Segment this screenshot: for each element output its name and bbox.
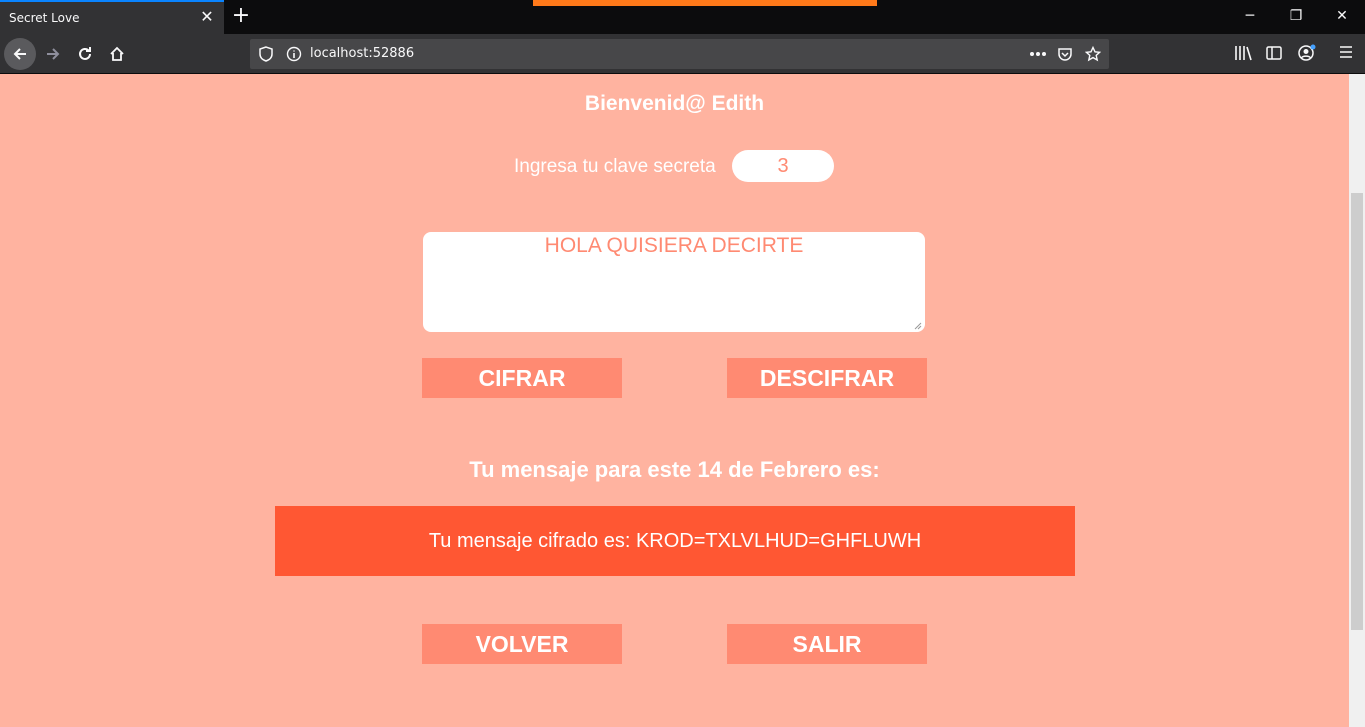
window-close-icon[interactable]: ✕ <box>1319 0 1365 34</box>
browser-navbar: localhost:52886 <box>0 34 1365 74</box>
back-arrow-icon[interactable] <box>4 38 36 70</box>
browser-tab[interactable]: Secret Love ✕ <box>0 0 224 34</box>
encrypt-button[interactable]: CIFRAR <box>422 358 622 398</box>
key-label: Ingresa tu clave secreta <box>514 156 716 177</box>
tab-title: Secret Love <box>9 11 80 25</box>
star-icon[interactable] <box>1085 46 1101 62</box>
library-icon[interactable] <box>1234 45 1252 61</box>
account-icon[interactable] <box>1298 44 1316 62</box>
shield-icon[interactable] <box>259 46 273 62</box>
url-bar[interactable]: localhost:52886 <box>250 39 1109 69</box>
decrypt-button[interactable]: DESCIFRAR <box>727 358 927 398</box>
tab-close-icon[interactable]: ✕ <box>198 8 216 28</box>
secret-key-input[interactable] <box>732 150 834 182</box>
pocket-icon[interactable] <box>1057 46 1073 62</box>
message-textarea[interactable]: HOLA QUISIERA DECIRTE <box>423 232 925 332</box>
welcome-heading: Bienvenid@ Edith <box>584 92 765 115</box>
result-heading: Tu mensaje para este 14 de Febrero es: <box>469 457 880 482</box>
exit-button[interactable]: SALIR <box>727 624 927 664</box>
reload-icon[interactable] <box>69 38 101 70</box>
forward-arrow-icon[interactable] <box>37 38 69 70</box>
info-icon[interactable] <box>286 46 302 62</box>
home-icon[interactable] <box>101 38 133 70</box>
new-tab-plus-icon[interactable]: + <box>229 4 253 28</box>
url-text[interactable]: localhost:52886 <box>310 46 414 61</box>
more-icon[interactable] <box>1029 51 1047 57</box>
recording-indicator <box>533 0 877 6</box>
back-button[interactable]: VOLVER <box>422 624 622 664</box>
sidebar-icon[interactable] <box>1266 45 1282 61</box>
resize-grip-icon[interactable] <box>912 320 922 330</box>
browser-titlebar: Secret Love ✕ + ─ ❐ ✕ <box>0 0 1365 34</box>
minimize-icon[interactable]: ─ <box>1227 0 1273 34</box>
menu-icon[interactable] <box>1339 45 1353 59</box>
result-message: Tu mensaje cifrado es: KROD=TXLVLHUD=GHF… <box>275 506 1075 576</box>
restore-icon[interactable]: ❐ <box>1273 0 1319 34</box>
scrollbar-thumb[interactable] <box>1351 193 1363 630</box>
